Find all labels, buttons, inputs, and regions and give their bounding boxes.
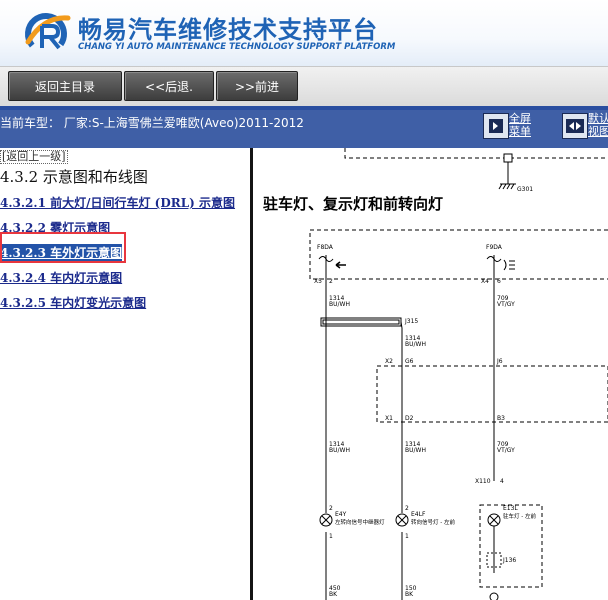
fullscreen-label[interactable]: 全屏 菜单 xyxy=(509,112,531,138)
splice-node xyxy=(503,153,513,163)
forward-button[interactable]: >>前进 xyxy=(216,71,298,101)
label-wire-450-color: BK xyxy=(329,591,338,598)
nav-link-interior-lamp[interactable]: 4.3.2.4 车内灯示意图 xyxy=(0,269,122,286)
default-view-label[interactable]: 默认 视图 xyxy=(588,112,608,138)
nav-pane: [返回上一级] 4.3.2 示意图和布线图 4.3.2.1 前大灯/日间行车灯 … xyxy=(0,148,248,600)
label-lamp2-name: 转向信号灯 - 左前 xyxy=(411,518,455,526)
label-pin-2: 2 xyxy=(329,278,333,285)
label-x4: X4 xyxy=(481,278,489,285)
label-lamp2-code: E4LF xyxy=(411,511,426,518)
label-lamp3-name: 驻车灯 - 左前 xyxy=(503,512,536,520)
label-g6: G6 xyxy=(405,358,414,365)
connector-block-outline xyxy=(376,365,608,423)
nav-link-interior-dimming[interactable]: 4.3.2.5 车内灯变光示意图 xyxy=(0,294,146,311)
home-button[interactable]: 返回主目录 xyxy=(8,71,122,101)
label-lamp1-name: 左转向信号中继器灯 xyxy=(335,518,385,526)
label-lamp2-pin: 2 xyxy=(405,505,409,512)
label-j136: J136 xyxy=(502,557,516,564)
toolbar: 返回主目录 <<后退. >>前进 xyxy=(0,66,608,107)
label-lamp1-code: E4Y xyxy=(335,511,347,518)
label-lamp3-code: E13L xyxy=(503,505,518,512)
label-j315: J315 xyxy=(404,318,418,325)
vehicle-info-bar: 当前车型： 厂家:S-上海雪佛兰爱唯欧(Aveo)2011-2012 全屏 菜单… xyxy=(0,110,608,148)
label-b3: B3 xyxy=(497,415,505,422)
label-d2: D2 xyxy=(405,415,414,422)
default-view-icon xyxy=(566,119,584,133)
lamp-turn-front-left-icon xyxy=(395,513,409,527)
label-x110-pin: 4 xyxy=(500,478,504,485)
back-up-link[interactable]: [返回上一级] xyxy=(0,150,68,164)
label-x110: X110 xyxy=(475,478,491,485)
label-lamp1-pin: 2 xyxy=(329,505,333,512)
nav-link-headlamp[interactable]: 4.3.2.1 前大灯/日间行车灯 (DRL) 示意图 xyxy=(0,194,235,211)
app-header: 畅易汽车维修技术支持平台 CHANG YI AUTO MAINTENANCE T… xyxy=(0,0,608,66)
brand-logo-icon xyxy=(25,13,71,54)
nav-link-foglamp[interactable]: 4.3.2.2 雾灯示意图 xyxy=(0,219,110,236)
label-wire-1314c-color: BU/WH xyxy=(329,447,350,454)
label-wire-709a-color: VT/GY xyxy=(497,301,515,308)
nav-link-exterior-lamp[interactable]: 4.3.2.3 车外灯示意图 xyxy=(0,244,123,261)
label-pin-1b: 1 xyxy=(405,533,409,540)
arrow-left-icon xyxy=(335,261,346,269)
brand-subtitle: CHANG YI AUTO MAINTENANCE TECHNOLOGY SUP… xyxy=(78,42,396,52)
label-wire-1314b-color: BU/WH xyxy=(405,341,426,348)
label-wire-1314d-color: BU/WH xyxy=(405,447,426,454)
fullscreen-icon xyxy=(489,119,503,133)
label-fuse-right: F9DA xyxy=(486,244,503,251)
fullscreen-button[interactable] xyxy=(483,113,509,139)
splice-j315 xyxy=(320,317,402,327)
label-x1: X1 xyxy=(385,415,393,422)
label-fuse-left: F8DA xyxy=(317,244,334,251)
lamp-repeater-icon xyxy=(319,513,333,527)
current-vehicle: 当前车型： 厂家:S-上海雪佛兰爱唯欧(Aveo)2011-2012 xyxy=(0,116,304,130)
label-g301: G301 xyxy=(517,186,533,193)
label-wire-709b-color: VT/GY xyxy=(497,447,515,454)
ground-icon xyxy=(498,183,516,190)
parking-light-symbol-icon xyxy=(503,259,515,271)
lamp-park-front-left-icon xyxy=(487,513,501,527)
label-wire-150-color: BK xyxy=(405,591,414,598)
label-wire-1314a-color: BU/WH xyxy=(329,301,350,308)
brand-title: 畅易汽车维修技术支持平台 xyxy=(78,16,378,44)
label-x2: X2 xyxy=(385,358,393,365)
label-pin-1a: 1 xyxy=(329,533,333,540)
upper-component-outline xyxy=(344,148,608,159)
default-view-button[interactable] xyxy=(562,113,588,139)
section-title: 4.3.2 示意图和布线图 xyxy=(0,168,148,186)
label-j6: J6 xyxy=(496,358,503,365)
label-x5: X5 xyxy=(314,278,322,285)
label-pin-6: 6 xyxy=(497,278,501,285)
fuse-block-outline xyxy=(309,229,608,280)
wiring-diagram: 驻车灯、复示灯和前转向灯 G301 F8DA F9DA X5 2 X4 6 13… xyxy=(253,148,608,600)
back-button[interactable]: <<后退. xyxy=(124,71,214,101)
schematic: G301 F8DA F9DA X5 2 X4 6 1314 BU/WH 709 … xyxy=(309,148,608,600)
